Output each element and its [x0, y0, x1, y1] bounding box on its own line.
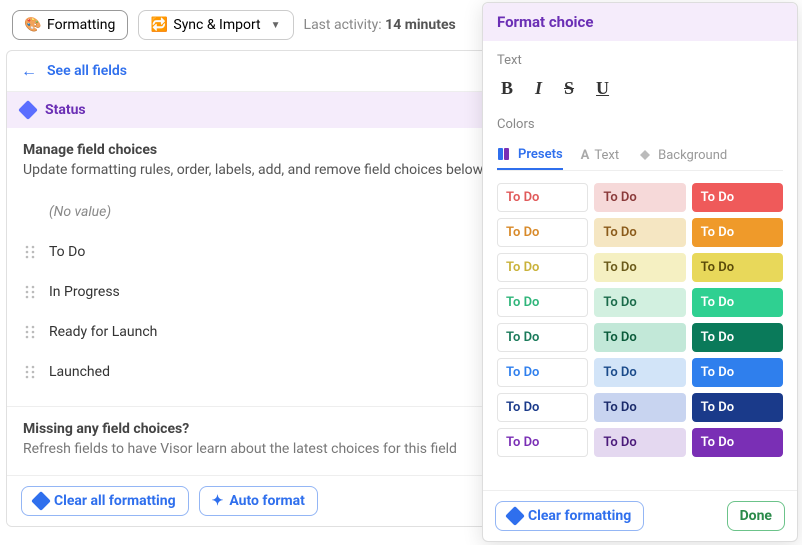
preset-swatch[interactable]: To Do — [692, 323, 783, 352]
preset-swatch[interactable]: To Do — [692, 428, 783, 457]
preset-swatch[interactable]: To Do — [594, 288, 685, 317]
preset-swatch[interactable]: To Do — [594, 183, 685, 212]
last-activity: Last activity: 14 minutes — [304, 17, 456, 33]
tab-presets[interactable]: Presets — [497, 140, 563, 170]
preset-swatch[interactable]: To Do — [497, 183, 588, 212]
preset-swatch[interactable]: To Do — [594, 393, 685, 422]
preset-swatch[interactable]: To Do — [692, 218, 783, 247]
diamond-icon — [18, 100, 38, 120]
clear-all-button[interactable]: Clear all formatting — [21, 486, 189, 516]
chevron-down-icon: ▼ — [271, 20, 281, 31]
popover-footer: Clear formatting Done — [483, 490, 797, 541]
preset-swatch[interactable]: To Do — [497, 358, 588, 387]
format-choice-popover: Format choice Text B I S U Colors Preset… — [482, 2, 798, 542]
preset-swatch[interactable]: To Do — [497, 428, 588, 457]
underline-button[interactable]: U — [596, 78, 609, 99]
preset-swatch[interactable]: To Do — [594, 428, 685, 457]
auto-format-button[interactable]: ✦ Auto format — [199, 486, 318, 516]
formatting-button[interactable]: 🎨 Formatting — [12, 10, 128, 40]
preset-swatch[interactable]: To Do — [594, 323, 685, 352]
see-all-label: See all fields — [47, 63, 127, 79]
text-a-icon: A — [581, 148, 590, 163]
arrow-left-icon: ← — [21, 61, 37, 81]
formatting-label: Formatting — [47, 17, 115, 33]
text-group-label: Text — [497, 53, 783, 68]
tab-background[interactable]: Background — [637, 140, 727, 170]
field-name: Status — [45, 102, 86, 118]
color-tabs: Presets A Text Background — [497, 140, 783, 171]
palette-icon: 🎨 — [25, 17, 41, 33]
wand-icon: ✦ — [212, 493, 224, 509]
colors-group-label: Colors — [497, 117, 783, 132]
diamond-fill-icon — [505, 506, 525, 526]
italic-button[interactable]: I — [535, 78, 542, 99]
preset-swatch[interactable]: To Do — [497, 323, 588, 352]
bold-button[interactable]: B — [501, 78, 513, 99]
text-format-row: B I S U — [497, 76, 783, 117]
done-button[interactable]: Done — [727, 501, 785, 531]
strikethrough-button[interactable]: S — [564, 78, 574, 99]
preset-swatch[interactable]: To Do — [692, 393, 783, 422]
sync-import-button[interactable]: 🔁 Sync & Import ▼ — [138, 10, 293, 40]
preset-swatch[interactable]: To Do — [594, 218, 685, 247]
diamond-fill-icon — [31, 491, 51, 511]
swatches-icon — [497, 146, 513, 162]
drag-handle-icon[interactable] — [25, 244, 39, 260]
preset-swatch[interactable]: To Do — [692, 183, 783, 212]
preset-swatch[interactable]: To Do — [692, 253, 783, 282]
preset-grid: To DoTo DoTo DoTo DoTo DoTo DoTo DoTo Do… — [497, 183, 783, 457]
preset-swatch[interactable]: To Do — [497, 218, 588, 247]
clear-formatting-button[interactable]: Clear formatting — [495, 501, 644, 531]
preset-swatch[interactable]: To Do — [497, 253, 588, 282]
drag-handle-icon[interactable] — [25, 364, 39, 380]
bucket-icon — [637, 147, 653, 163]
drag-handle-icon[interactable] — [25, 324, 39, 340]
preset-swatch[interactable]: To Do — [497, 288, 588, 317]
preset-swatch[interactable]: To Do — [692, 358, 783, 387]
popover-title: Format choice — [483, 3, 797, 41]
sync-icon: 🔁 — [151, 17, 167, 33]
tab-text[interactable]: A Text — [581, 140, 619, 170]
preset-swatch[interactable]: To Do — [497, 393, 588, 422]
preset-swatch[interactable]: To Do — [594, 253, 685, 282]
popover-body: Text B I S U Colors Presets A Text Backg… — [483, 41, 797, 490]
drag-handle-icon[interactable] — [25, 284, 39, 300]
sync-label: Sync & Import — [173, 17, 260, 33]
preset-swatch[interactable]: To Do — [692, 288, 783, 317]
preset-swatch[interactable]: To Do — [594, 358, 685, 387]
